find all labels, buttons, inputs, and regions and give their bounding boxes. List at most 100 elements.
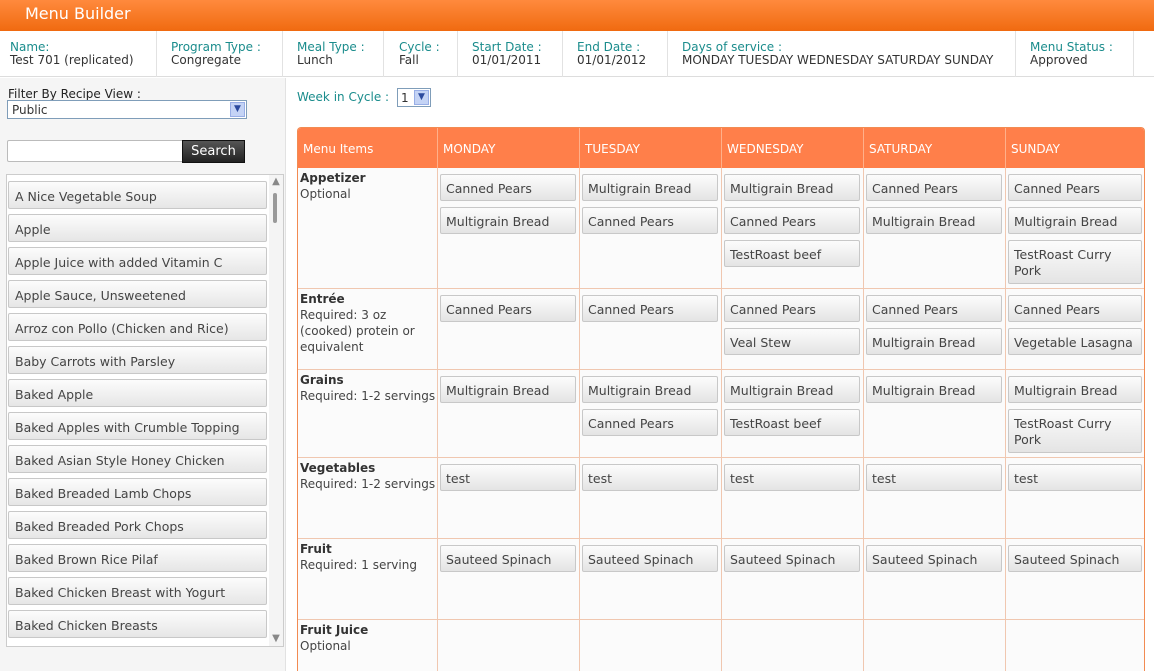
day-cell[interactable]: Multigrain Bread (864, 370, 1006, 457)
menu-item-chip[interactable]: Sauteed Spinach (866, 545, 1002, 572)
row-label: Grains Required: 1-2 servings (298, 370, 438, 457)
menu-item-chip[interactable]: TestRoast beef (724, 240, 860, 267)
menu-item-chip[interactable]: Multigrain Bread (582, 174, 718, 201)
recipe-list-item[interactable]: Apple (8, 214, 267, 242)
day-cell[interactable]: Multigrain Bread TestRoast beef (722, 370, 864, 457)
day-cell[interactable]: test (438, 458, 580, 538)
menu-item-chip[interactable]: Canned Pears (724, 207, 860, 234)
day-cell[interactable]: Canned Pears (580, 289, 722, 369)
chevron-down-icon[interactable]: ▼ (230, 102, 245, 117)
menu-item-chip[interactable]: Multigrain Bread (1008, 207, 1142, 234)
menu-item-chip[interactable]: test (440, 464, 576, 491)
day-cell[interactable]: test (1006, 458, 1144, 538)
recipe-list-item[interactable]: Apple Sauce, Unsweetened (8, 280, 267, 308)
recipe-list-item[interactable]: Apple Juice with added Vitamin C (8, 247, 267, 275)
day-cell[interactable]: Canned Pears Multigrain Bread TestRoast Cu… (1006, 168, 1144, 288)
menu-item-chip[interactable]: Multigrain Bread (440, 376, 576, 403)
menu-item-chip[interactable]: Multigrain Bread (582, 376, 718, 403)
day-cell[interactable]: Sauteed Spinach (1006, 539, 1144, 619)
recipe-list-item[interactable]: A Nice Vegetable Soup (8, 181, 267, 209)
recipe-list-item[interactable]: Baked Breaded Pork Chops (8, 511, 267, 539)
day-cell[interactable]: Multigrain Bread Canned Pears TestRoast be… (722, 168, 864, 288)
recipe-list-item[interactable]: Baked Asian Style Honey Chicken (8, 445, 267, 473)
info-value: 01/01/2011 (472, 53, 542, 67)
recipe-list-item[interactable]: Baby Carrots with Parsley (8, 346, 267, 374)
menu-item-chip[interactable]: Canned Pears (1008, 295, 1142, 322)
day-cell[interactable] (722, 620, 864, 671)
row-requirement: Optional (300, 187, 351, 201)
recipe-list-scrollbar[interactable]: ▲ ▼ (269, 175, 283, 646)
menu-item-chip[interactable]: Canned Pears (582, 409, 718, 436)
day-cell[interactable] (580, 620, 722, 671)
menu-item-chip[interactable]: Multigrain Bread (724, 174, 860, 201)
day-cell[interactable] (1006, 620, 1144, 671)
menu-item-chip[interactable]: TestRoast Curry Pork (1008, 240, 1142, 284)
scroll-thumb[interactable] (273, 193, 277, 223)
recipe-list-item[interactable]: Baked Breaded Lamb Chops (8, 478, 267, 506)
week-in-cycle-select[interactable]: 1 ▼ (397, 88, 431, 107)
search-button[interactable]: Search (182, 140, 245, 163)
menu-item-chip[interactable]: test (1008, 464, 1142, 491)
menu-item-chip[interactable]: Sauteed Spinach (724, 545, 860, 572)
menu-item-chip[interactable]: Canned Pears (1008, 174, 1142, 201)
menu-item-chip[interactable]: Veal Stew (724, 328, 860, 355)
menu-item-chip[interactable]: Canned Pears (440, 174, 576, 201)
menu-item-chip[interactable]: TestRoast Curry Pork (1008, 409, 1142, 453)
day-cell[interactable]: test (864, 458, 1006, 538)
menu-item-chip[interactable]: Canned Pears (866, 174, 1002, 201)
day-cell[interactable]: Multigrain Bread (438, 370, 580, 457)
day-cell[interactable]: Canned Pears Multigrain Bread (864, 289, 1006, 369)
menu-item-chip[interactable]: TestRoast beef (724, 409, 860, 436)
week-in-cycle-value: 1 (401, 91, 409, 105)
recipe-list-item[interactable]: Baked Brown Rice Pilaf (8, 544, 267, 572)
menu-item-chip[interactable]: test (582, 464, 718, 491)
info-value: 01/01/2012 (577, 53, 647, 67)
day-cell[interactable]: Sauteed Spinach (438, 539, 580, 619)
menu-item-chip[interactable]: Sauteed Spinach (440, 545, 576, 572)
recipe-list-item[interactable]: Baked Chicken Breast with Yogurt (8, 577, 267, 605)
menu-item-chip[interactable]: Multigrain Bread (724, 376, 860, 403)
menu-item-chip[interactable]: Sauteed Spinach (1008, 545, 1142, 572)
menu-item-chip[interactable]: Multigrain Bread (440, 207, 576, 234)
day-cell[interactable] (864, 620, 1006, 671)
day-cell[interactable] (438, 620, 580, 671)
menu-item-chip[interactable]: test (866, 464, 1002, 491)
menu-item-chip[interactable]: Canned Pears (866, 295, 1002, 322)
day-cell[interactable]: Multigrain Bread TestRoast Curry Pork (1006, 370, 1144, 457)
day-cell[interactable]: Canned Pears Vegetable Lasagna (1006, 289, 1144, 369)
menu-item-chip[interactable]: Canned Pears (582, 207, 718, 234)
info-label: End Date : (577, 40, 641, 54)
day-cell[interactable]: Sauteed Spinach (580, 539, 722, 619)
menu-item-chip[interactable]: Canned Pears (724, 295, 860, 322)
header-day: SUNDAY (1006, 128, 1144, 168)
menu-item-chip[interactable]: Canned Pears (440, 295, 576, 322)
recipe-view-select[interactable]: Public ▼ (7, 100, 247, 119)
menu-item-chip[interactable]: test (724, 464, 860, 491)
menu-item-chip[interactable]: Multigrain Bread (1008, 376, 1142, 403)
menu-item-chip[interactable]: Multigrain Bread (866, 207, 1002, 234)
day-cell[interactable]: Multigrain Bread Canned Pears (580, 370, 722, 457)
day-cell[interactable]: Canned Pears (438, 289, 580, 369)
day-cell[interactable]: Sauteed Spinach (722, 539, 864, 619)
recipe-list-item[interactable]: Baked Chicken Breasts (8, 610, 267, 638)
scroll-down-icon[interactable]: ▼ (269, 632, 283, 646)
day-cell[interactable]: Multigrain Bread Canned Pears (580, 168, 722, 288)
menu-item-chip[interactable]: Multigrain Bread (866, 328, 1002, 355)
row-requirement: Required: 1-2 servings (300, 389, 436, 403)
day-cell[interactable]: Canned Pears Multigrain Bread (438, 168, 580, 288)
recipe-list-item[interactable]: Baked Apple (8, 379, 267, 407)
day-cell[interactable]: Canned Pears Multigrain Bread (864, 168, 1006, 288)
day-cell[interactable]: test (580, 458, 722, 538)
chevron-down-icon[interactable]: ▼ (414, 90, 429, 105)
day-cell[interactable]: Sauteed Spinach (864, 539, 1006, 619)
scroll-up-icon[interactable]: ▲ (269, 175, 283, 189)
day-cell[interactable]: test (722, 458, 864, 538)
menu-item-chip[interactable]: Canned Pears (582, 295, 718, 322)
day-cell[interactable]: Canned Pears Veal Stew (722, 289, 864, 369)
menu-item-chip[interactable]: Sauteed Spinach (582, 545, 718, 572)
recipe-list-item[interactable]: Baked Apples with Crumble Topping (8, 412, 267, 440)
recipe-search-input[interactable] (7, 140, 183, 162)
menu-item-chip[interactable]: Vegetable Lasagna (1008, 328, 1142, 355)
menu-item-chip[interactable]: Multigrain Bread (866, 376, 1002, 403)
recipe-list-item[interactable]: Arroz con Pollo (Chicken and Rice) (8, 313, 267, 341)
